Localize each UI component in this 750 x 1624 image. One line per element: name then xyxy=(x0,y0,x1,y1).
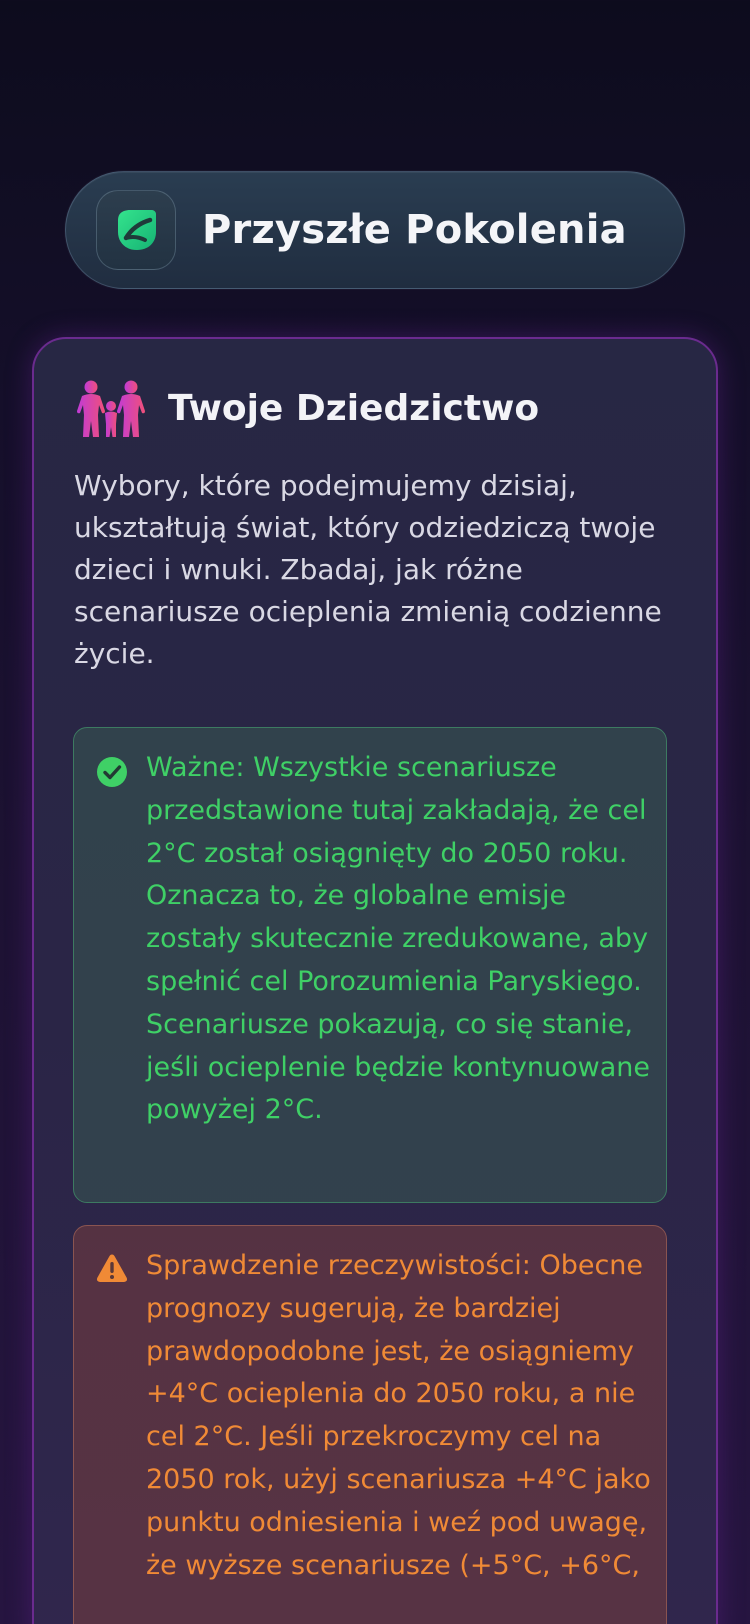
card-header: Twoje Dziedzictwo xyxy=(76,379,539,439)
leaf-icon xyxy=(118,210,156,250)
important-notice-text: Ważne: Wszystkie scenariusze przedstawio… xyxy=(146,752,651,1126)
reality-check-text: Sprawdzenie rzeczywistości: Obecne progn… xyxy=(146,1250,651,1581)
reality-check-notice: Sprawdzenie rzeczywistości: Obecne progn… xyxy=(73,1225,667,1624)
important-notice: Ważne: Wszystkie scenariusze przedstawio… xyxy=(73,727,667,1203)
app-title: Przyszłe Pokolenia xyxy=(202,207,627,253)
warning-triangle-icon xyxy=(96,1254,128,1282)
card-description: Wybory, które podejmujemy dzisiaj, ukszt… xyxy=(74,469,662,670)
app-logo[interactable] xyxy=(96,190,176,270)
legacy-card: Twoje Dziedzictwo Wybory, które podejmuj… xyxy=(32,337,718,1624)
check-circle-icon xyxy=(97,757,127,787)
app-header: Przyszłe Pokolenia xyxy=(65,171,685,289)
card-title: Twoje Dziedzictwo xyxy=(168,388,540,429)
family-icon xyxy=(77,380,145,437)
